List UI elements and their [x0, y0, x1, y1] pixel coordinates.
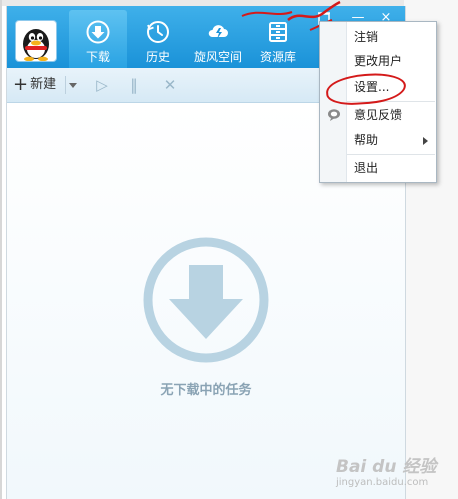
tab-download-label: 下载 — [85, 50, 110, 64]
cloud-space-icon — [208, 25, 228, 39]
download-icon — [86, 20, 110, 44]
qq-penguin-icon — [23, 29, 49, 61]
menu-item-exit[interactable]: 退出 — [320, 157, 436, 179]
menu-item-label: 注销 — [354, 30, 379, 44]
menu-item-label: 帮助 — [354, 133, 379, 147]
new-task-dropdown[interactable] — [65, 76, 78, 94]
watermark: Bai du 经验 jingyan.baidu.com — [336, 452, 456, 496]
watermark-brand: Bai du 经验 — [336, 457, 437, 477]
new-task-button[interactable]: + 新建 — [13, 74, 56, 96]
menu-item-change-user[interactable]: 更改用户 — [320, 50, 436, 72]
menu-item-label: 退出 — [354, 161, 379, 175]
menu-item-label: 更改用户 — [354, 54, 403, 68]
menu-item-logout[interactable]: 注销 — [320, 26, 436, 48]
delete-button[interactable]: ✕ — [159, 74, 181, 96]
tab-library-label: 资源库 — [259, 50, 296, 64]
submenu-arrow-icon — [423, 137, 428, 145]
menu-item-help[interactable]: 帮助 — [320, 129, 436, 151]
tab-history-label: 历史 — [145, 50, 170, 64]
new-task-label: 新建 — [30, 77, 57, 92]
history-icon — [147, 21, 169, 43]
tab-cloud-space-label: 旋风空间 — [193, 50, 242, 64]
empty-download-icon — [143, 237, 269, 363]
user-avatar[interactable] — [15, 20, 57, 62]
start-button[interactable]: ▷ — [91, 74, 113, 96]
watermark-url: jingyan.baidu.com — [336, 477, 429, 488]
menu-item-label: 意见反馈 — [354, 108, 403, 122]
pause-button[interactable]: ‖ — [123, 74, 145, 96]
menu-separator — [347, 154, 435, 155]
tab-history[interactable]: 历史 — [129, 10, 187, 68]
plus-icon: + — [13, 74, 29, 95]
feedback-icon — [328, 109, 340, 121]
empty-state-message: 无下载中的任务 — [160, 383, 252, 398]
desktop-edge — [0, 0, 2, 499]
tab-cloud-space[interactable]: 旋风空间 — [189, 10, 247, 68]
menu-item-feedback[interactable]: 意见反馈 — [320, 104, 436, 126]
tab-download[interactable]: 下载 — [69, 10, 127, 68]
